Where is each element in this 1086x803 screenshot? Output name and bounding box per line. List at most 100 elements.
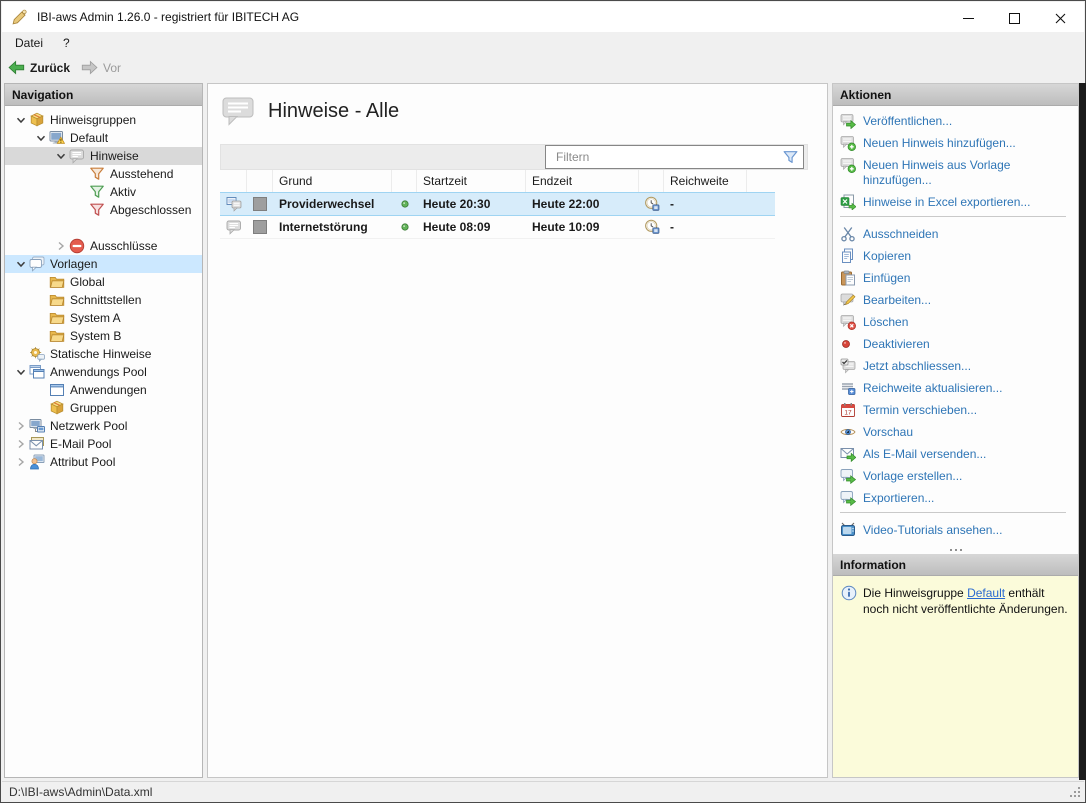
action-video-tutorials-ansehen[interactable]: Video-Tutorials ansehen...	[840, 522, 1074, 538]
chevron-down-icon[interactable]	[13, 256, 29, 272]
tree-item-anwendungs-pool[interactable]: Anwendungs Pool	[5, 363, 202, 381]
tree-item-global[interactable]: Global	[5, 273, 202, 291]
toolbar: Zurück Vor	[2, 54, 1084, 81]
header-cell-grund[interactable]: Grund	[273, 170, 392, 192]
tree-item-label: E-Mail Pool	[50, 437, 112, 451]
header-cell-startzeit[interactable]: Startzeit	[417, 170, 526, 192]
tree-item-system-a[interactable]: System A	[5, 309, 202, 327]
chevron-down-icon[interactable]	[33, 130, 49, 146]
tree-item-hinweise[interactable]: Hinweise	[5, 147, 202, 165]
gear-bubble-icon	[29, 346, 45, 362]
cell-reichweite: -	[670, 220, 674, 234]
header-cell-reach[interactable]	[639, 170, 664, 192]
cell-filler	[747, 193, 775, 215]
close-button[interactable]	[1037, 3, 1083, 33]
navigation-tree: Hinweisgruppen Default Hinweise Ausstehend A…	[5, 106, 202, 777]
chevron-right-icon[interactable]	[13, 436, 29, 452]
action-separator	[840, 512, 1066, 513]
tree-item-anwendungen[interactable]: Anwendungen	[5, 381, 202, 399]
info-icon	[841, 585, 857, 601]
tree-item-system-b[interactable]: System B	[5, 327, 202, 345]
action-kopieren[interactable]: Kopieren	[840, 248, 1074, 264]
header-cell-reichweite[interactable]: Reichweite	[664, 170, 747, 192]
cell-endzeit: Heute 22:00	[532, 197, 600, 211]
tree-item-schnittstellen[interactable]: Schnittstellen	[5, 291, 202, 309]
table-row[interactable]: Internetstörung Heute 08:09 Heute 10:09 -	[220, 216, 775, 239]
tree-item-gruppen[interactable]: Gruppen	[5, 399, 202, 417]
tv-icon	[840, 522, 856, 538]
status-green-dot-icon	[398, 220, 412, 234]
header-cell-filler[interactable]	[747, 170, 775, 192]
action-loschen[interactable]: Löschen	[840, 314, 1074, 330]
header-cell-status[interactable]	[392, 170, 417, 192]
window-controls	[945, 3, 1083, 33]
tree-item-hinweisgruppen[interactable]: Hinweisgruppen	[5, 111, 202, 129]
filter-input[interactable]	[554, 149, 782, 165]
chevron-right-icon[interactable]	[53, 238, 69, 254]
folder-icon	[49, 328, 65, 344]
action-vorlage-erstellen[interactable]: Vorlage erstellen...	[840, 468, 1074, 484]
header-cell-type[interactable]	[220, 170, 247, 192]
back-button[interactable]: Zurück	[2, 56, 75, 80]
edit-icon	[840, 292, 856, 308]
resize-grip-icon[interactable]	[1067, 784, 1082, 799]
info-default-link[interactable]: Default	[967, 586, 1005, 600]
action-termin-verschieben[interactable]: 17 Termin verschieben...	[840, 402, 1074, 418]
bubble-icon	[69, 148, 85, 164]
action-ausschneiden[interactable]: Ausschneiden	[840, 226, 1074, 242]
chevron-down-icon[interactable]	[53, 148, 69, 164]
action-als-e-mail-versenden[interactable]: Als E-Mail versenden...	[840, 446, 1074, 462]
action-einfugen[interactable]: Einfügen	[840, 270, 1074, 286]
header-cell-endzeit[interactable]: Endzeit	[526, 170, 639, 192]
header-cell-color[interactable]	[247, 170, 273, 192]
window-title: IBI-aws Admin 1.26.0 - registriert für I…	[37, 10, 300, 24]
action-label: Termin verschieben...	[863, 403, 978, 417]
action-veroffentlichen[interactable]: Veröffentlichen...	[840, 113, 1074, 129]
tree-item-e-mail-pool[interactable]: E-Mail Pool	[5, 435, 202, 453]
table-row[interactable]: Providerwechsel Heute 20:30 Heute 22:00 -	[220, 192, 775, 216]
minimize-button[interactable]	[945, 3, 991, 33]
action-exportieren[interactable]: Exportieren...	[840, 490, 1074, 506]
chevron-down-icon[interactable]	[13, 112, 29, 128]
action-label: Einfügen	[863, 271, 911, 285]
menu-item-datei[interactable]: Datei	[5, 33, 53, 53]
action-deaktivieren[interactable]: Deaktivieren	[840, 336, 1074, 352]
action-neuen-hinweis-aus-vorlage-hinzufugen[interactable]: Neuen Hinweis aus Vorlage hinzufügen...	[840, 157, 1074, 188]
panel-splitter[interactable]	[833, 546, 1078, 554]
action-neuen-hinweis-hinzufugen[interactable]: Neuen Hinweis hinzufügen...	[840, 135, 1074, 151]
action-bearbeiten[interactable]: Bearbeiten...	[840, 292, 1074, 308]
filter-funnel-icon[interactable]	[782, 149, 799, 166]
chevron-down-icon[interactable]	[13, 364, 29, 380]
tree-item-ausstehend[interactable]: Ausstehend	[5, 165, 202, 183]
action-label: Deaktivieren	[863, 337, 930, 351]
folder-icon	[49, 310, 65, 326]
tree-item-vorlagen[interactable]: Vorlagen	[5, 255, 202, 273]
maximize-button[interactable]	[991, 3, 1037, 33]
action-jetzt-abschliessen[interactable]: Jetzt abschliessen...	[840, 358, 1074, 374]
tree-item-attribut-pool[interactable]: Attribut Pool	[5, 453, 202, 471]
action-hinweise-in-excel-exportieren[interactable]: Hinweise in Excel exportieren...	[840, 194, 1074, 210]
filter-input-box	[545, 145, 804, 169]
action-vorschau[interactable]: Vorschau	[840, 424, 1074, 440]
tree-item-statische-hinweise[interactable]: Statische Hinweise	[5, 345, 202, 363]
tree-item-aktiv[interactable]: Aktiv	[5, 183, 202, 201]
hints-bubble-icon	[221, 96, 255, 126]
tree-item-abgeschlossen[interactable]: Abgeschlossen	[5, 201, 202, 219]
cell-endzeit: Heute 10:09	[532, 220, 600, 234]
cell-type-icon	[220, 216, 247, 238]
tree-item-netzwerk-pool[interactable]: Netzwerk Pool	[5, 417, 202, 435]
chevron-right-icon[interactable]	[13, 454, 29, 470]
menu-item-help[interactable]: ?	[53, 33, 80, 53]
chevron-right-icon[interactable]	[13, 418, 29, 434]
tree-item-ausschlusse[interactable]: Ausschlüsse	[5, 237, 202, 255]
tree-item-default[interactable]: Default	[5, 129, 202, 147]
action-reichweite-aktualisieren[interactable]: Reichweite aktualisieren...	[840, 380, 1074, 396]
forward-button[interactable]: Vor	[75, 56, 126, 80]
